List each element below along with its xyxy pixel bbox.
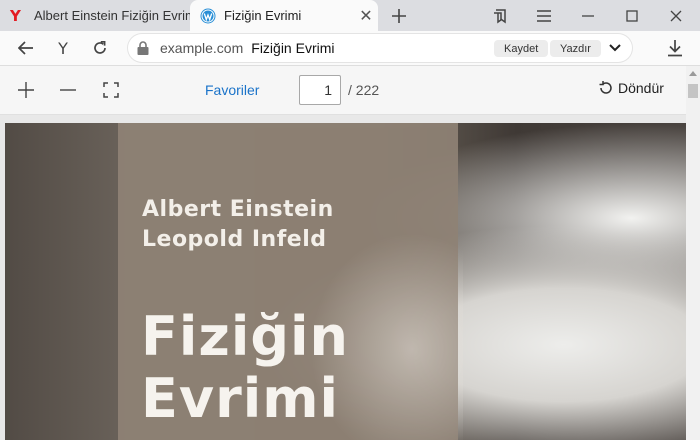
- tab-fizigin-evrimi[interactable]: Fiziğin Evrimi ✕: [190, 0, 378, 31]
- page-number-input[interactable]: [299, 75, 341, 105]
- cover-author-1: Albert Einstein: [142, 197, 334, 222]
- minus-icon: [60, 89, 76, 91]
- tab-strip: Y Albert Einstein Fiziğin Evrim Fiziğin …: [0, 0, 700, 31]
- pdf-page: Albert Einstein Leopold Infeld Fiziğin E…: [5, 123, 686, 440]
- pdf-viewer-area: Albert Einstein Leopold Infeld Fiziğin E…: [0, 115, 686, 440]
- tab-collections-button[interactable]: [478, 0, 522, 31]
- new-tab-button[interactable]: [386, 3, 412, 29]
- maximize-button[interactable]: [610, 0, 654, 31]
- close-icon: [670, 10, 682, 21]
- chevron-down-icon[interactable]: [606, 39, 624, 57]
- tab-label: Fiziğin Evrimi: [224, 8, 302, 23]
- url-page-title: Fiziğin Evrimi: [251, 40, 335, 56]
- yandex-home-button[interactable]: Y: [50, 35, 76, 61]
- pdf-toolbar: Favoriler / 222 Döndür: [0, 66, 700, 115]
- scroll-up-arrow-icon[interactable]: [689, 70, 697, 76]
- vertical-scrollbar[interactable]: [686, 66, 700, 440]
- url-field[interactable]: example.com Fiziğin Evrimi Kaydet Yazdır: [128, 34, 632, 62]
- zoom-in-button[interactable]: [14, 78, 38, 102]
- favorites-link[interactable]: Favoriler: [205, 82, 259, 98]
- cover-title-line-1: Fiziğin: [141, 305, 349, 368]
- yandex-logo-icon: Y: [10, 6, 21, 25]
- fullscreen-icon: [103, 82, 119, 98]
- yandex-y-icon: Y: [58, 38, 68, 58]
- scrollbar-thumb[interactable]: [688, 84, 698, 98]
- fit-page-button[interactable]: [99, 78, 123, 102]
- wordpress-logo-icon: [200, 8, 216, 23]
- hamburger-menu-icon: [537, 9, 551, 22]
- bookmark-stack-icon: [494, 8, 506, 23]
- arrow-left-icon: [18, 41, 33, 55]
- tab-label: Albert Einstein Fiziğin Evrim: [34, 8, 190, 23]
- back-button[interactable]: [13, 35, 39, 61]
- save-button[interactable]: Kaydet: [494, 40, 549, 57]
- lock-icon: [137, 41, 149, 55]
- close-tab-icon[interactable]: ✕: [354, 6, 378, 26]
- download-icon: [668, 40, 682, 57]
- close-window-button[interactable]: [654, 0, 698, 31]
- menu-button[interactable]: [522, 0, 566, 31]
- rotate-button[interactable]: Döndür: [598, 80, 664, 96]
- page-total: / 222: [348, 82, 380, 98]
- reload-icon: [94, 40, 106, 54]
- zoom-out-button[interactable]: [56, 78, 80, 102]
- rotate-icon: [599, 81, 612, 94]
- minimize-icon: [582, 14, 594, 17]
- cover-author-2: Leopold Infeld: [142, 227, 327, 252]
- plus-icon: [392, 9, 406, 23]
- minimize-button[interactable]: [566, 0, 610, 31]
- maximize-icon: [626, 9, 638, 22]
- plus-icon: [18, 82, 34, 98]
- print-button[interactable]: Yazdır: [550, 40, 601, 57]
- address-bar: Y example.com Fiziğin Evrimi Kaydet Yazd…: [0, 31, 700, 66]
- url-domain: example.com: [160, 40, 244, 56]
- tab-einstein-book[interactable]: Y Albert Einstein Fiziğin Evrim: [0, 0, 190, 31]
- downloads-button[interactable]: [662, 35, 688, 61]
- cover-title-line-2: Evrimi: [141, 367, 340, 430]
- reload-button[interactable]: [87, 35, 113, 61]
- rotate-label: Döndür: [618, 80, 664, 96]
